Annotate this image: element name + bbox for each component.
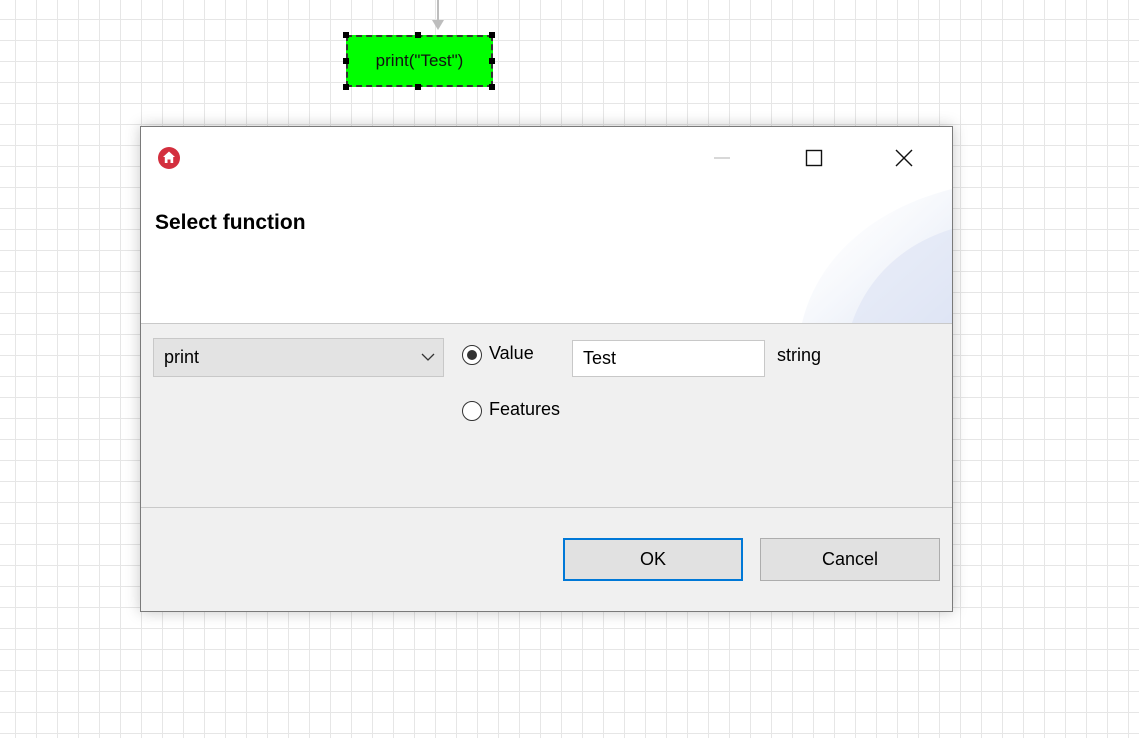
flow-node[interactable]: print("Test")	[346, 35, 493, 87]
ok-button[interactable]: OK	[563, 538, 743, 581]
value-type-label: string	[777, 345, 822, 365]
connector-arrow-icon	[432, 20, 444, 30]
resize-handle[interactable]	[415, 32, 421, 38]
value-radio-label[interactable]: Value	[489, 343, 534, 364]
resize-handle[interactable]	[489, 32, 495, 38]
resize-handle[interactable]	[343, 58, 349, 64]
function-select[interactable]: print	[153, 338, 444, 377]
features-radio[interactable]	[462, 401, 482, 421]
maximize-button[interactable]	[791, 141, 837, 175]
dialog-titlebar	[141, 127, 952, 189]
resize-handle[interactable]	[343, 84, 349, 90]
select-function-dialog: Select function print Value string	[140, 126, 953, 612]
page-title: Select function	[155, 211, 306, 234]
minimize-button[interactable]	[699, 141, 745, 175]
home-icon	[158, 147, 180, 169]
header-decoration	[802, 189, 952, 323]
minimize-icon	[714, 157, 730, 159]
connector-line	[437, 0, 439, 22]
resize-handle[interactable]	[343, 32, 349, 38]
close-button[interactable]	[881, 141, 927, 175]
function-select-value: print	[164, 347, 200, 367]
features-radio-label[interactable]: Features	[489, 399, 560, 420]
resize-handle[interactable]	[489, 84, 495, 90]
flow-node-label: print("Test")	[375, 51, 464, 70]
maximize-icon	[805, 149, 823, 167]
close-icon	[895, 149, 913, 167]
radio-selected-dot	[466, 349, 477, 360]
resize-handle[interactable]	[415, 84, 421, 90]
dialog-header: Select function	[141, 189, 952, 324]
chevron-down-icon	[421, 353, 435, 361]
value-input[interactable]	[572, 340, 765, 377]
dialog-body: print Value string Features	[141, 323, 952, 508]
cancel-button[interactable]: Cancel	[760, 538, 940, 581]
resize-handle[interactable]	[489, 58, 495, 64]
value-radio[interactable]	[462, 345, 482, 365]
